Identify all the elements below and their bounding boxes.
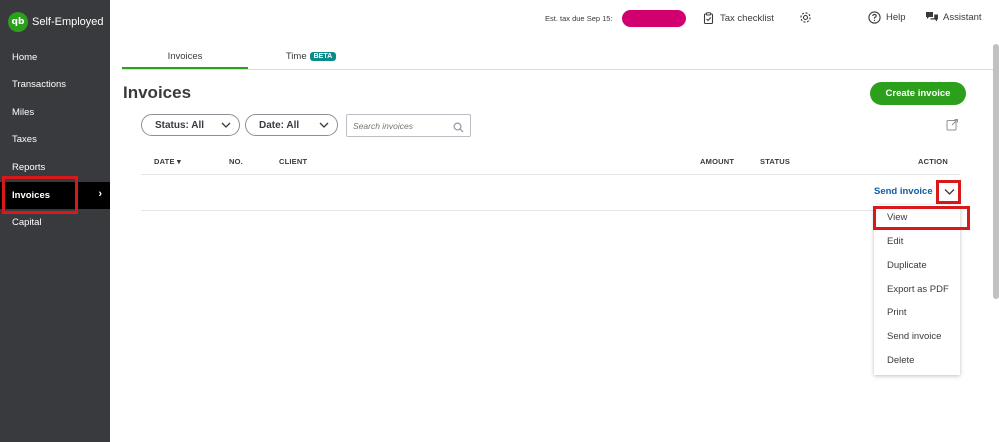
menu-item-view[interactable]: View bbox=[887, 212, 907, 223]
sidebar-item-label: Transactions bbox=[12, 79, 67, 90]
menu-item-export-pdf[interactable]: Export as PDF bbox=[887, 284, 949, 295]
header-divider bbox=[141, 174, 960, 175]
sidebar-item-label: Taxes bbox=[12, 134, 37, 145]
tab-invoices[interactable]: Invoices bbox=[122, 43, 248, 69]
create-invoice-button[interactable]: Create invoice bbox=[870, 82, 966, 105]
settings-button[interactable] bbox=[799, 11, 812, 24]
sidebar-item-home[interactable]: Home bbox=[0, 44, 110, 71]
row-divider bbox=[141, 210, 960, 211]
status-filter-dropdown[interactable]: Status: All bbox=[141, 114, 240, 136]
est-tax-label: Est. tax due Sep 15: bbox=[545, 14, 613, 23]
gear-icon bbox=[800, 12, 811, 23]
search-icon[interactable] bbox=[453, 120, 464, 138]
tab-time[interactable]: Time BETA bbox=[248, 43, 374, 69]
status-filter-value: Status: All bbox=[155, 119, 205, 131]
column-header-no[interactable]: NO. bbox=[229, 157, 243, 166]
chevron-down-icon bbox=[221, 117, 231, 136]
assistant-label: Assistant bbox=[943, 11, 982, 23]
action-dropdown-toggle[interactable] bbox=[938, 181, 960, 203]
column-header-status[interactable]: STATUS bbox=[760, 157, 790, 166]
sidebar-item-miles[interactable]: Miles bbox=[0, 99, 110, 126]
menu-item-duplicate[interactable]: Duplicate bbox=[887, 260, 927, 271]
sidebar: qb Self-Employed Home Transactions Miles… bbox=[0, 0, 110, 442]
column-header-amount[interactable]: AMOUNT bbox=[700, 157, 734, 166]
sidebar-item-label: Miles bbox=[12, 107, 35, 118]
sidebar-item-taxes[interactable]: Taxes bbox=[0, 126, 110, 153]
action-menu: View Edit Duplicate Export as PDF Print … bbox=[874, 205, 960, 375]
tax-checklist-label: Tax checklist bbox=[720, 12, 774, 24]
tabs-divider bbox=[122, 69, 993, 70]
sidebar-item-label: Home bbox=[12, 52, 38, 63]
clipboard-check-icon bbox=[703, 12, 714, 24]
send-invoice-link[interactable]: Send invoice bbox=[874, 186, 933, 197]
search-box[interactable] bbox=[346, 114, 471, 137]
column-header-client[interactable]: CLIENT bbox=[279, 157, 307, 166]
est-tax-amount-pill[interactable] bbox=[622, 10, 686, 27]
menu-item-edit[interactable]: Edit bbox=[887, 236, 903, 247]
menu-item-delete[interactable]: Delete bbox=[887, 355, 914, 366]
assistant-button[interactable]: Assistant bbox=[925, 11, 982, 23]
export-icon[interactable] bbox=[946, 118, 959, 136]
date-filter-dropdown[interactable]: Date: All bbox=[245, 114, 338, 136]
beta-badge: BETA bbox=[309, 51, 337, 61]
chevron-down-icon bbox=[319, 117, 329, 136]
sidebar-item-label: Invoices bbox=[12, 190, 51, 201]
sidebar-item-label: Capital bbox=[12, 217, 42, 228]
chevron-right-icon: › bbox=[98, 188, 102, 200]
scrollbar[interactable] bbox=[993, 44, 999, 299]
menu-item-send-invoice[interactable]: Send invoice bbox=[887, 331, 941, 342]
tab-label: Invoices bbox=[167, 50, 203, 62]
column-header-action: ACTION bbox=[918, 157, 948, 166]
page-title: Invoices bbox=[123, 83, 192, 102]
chevron-down-icon bbox=[944, 189, 954, 195]
chat-bubbles-icon bbox=[926, 12, 938, 22]
sidebar-item-label: Reports bbox=[12, 162, 46, 173]
sidebar-item-transactions[interactable]: Transactions bbox=[0, 71, 110, 98]
search-input[interactable] bbox=[353, 120, 453, 131]
help-circle-icon bbox=[868, 11, 881, 24]
quickbooks-logo-icon: qb bbox=[8, 12, 28, 32]
brand-name: Self-Employed bbox=[32, 16, 104, 28]
menu-item-print[interactable]: Print bbox=[887, 307, 907, 318]
sidebar-item-capital[interactable]: Capital bbox=[0, 209, 110, 236]
help-button[interactable]: Help bbox=[868, 11, 906, 24]
tab-label: Time bbox=[285, 50, 307, 62]
brand[interactable]: qb Self-Employed bbox=[8, 11, 104, 33]
sidebar-item-invoices[interactable]: Invoices › bbox=[0, 182, 110, 209]
tax-checklist-button[interactable]: Tax checklist bbox=[703, 12, 774, 24]
column-header-date[interactable]: DATE ▾ bbox=[154, 157, 181, 166]
help-label: Help bbox=[886, 12, 906, 23]
sidebar-item-reports[interactable]: Reports bbox=[0, 154, 110, 181]
date-filter-value: Date: All bbox=[259, 119, 300, 131]
